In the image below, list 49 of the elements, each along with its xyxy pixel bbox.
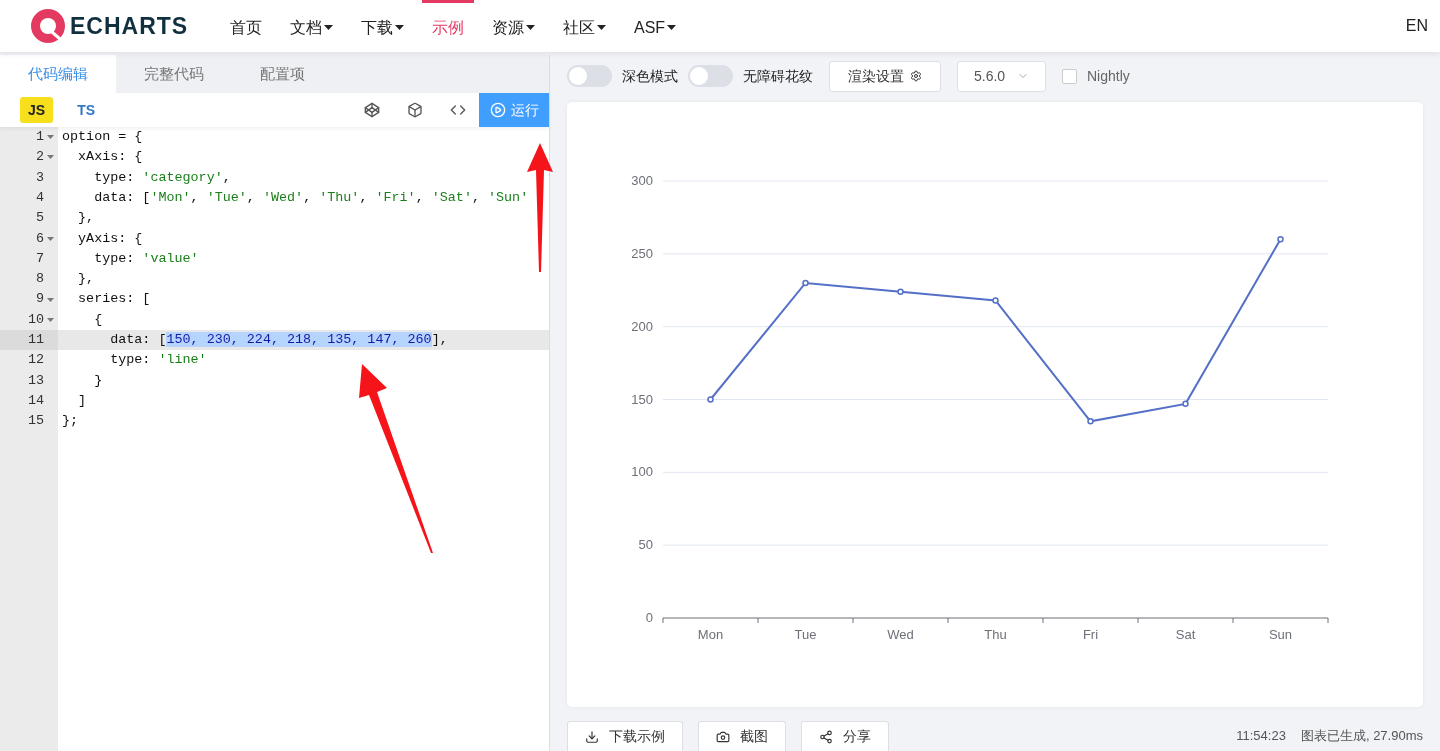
line-number: 3	[35, 168, 44, 187]
code-line: type: 'category',	[93, 168, 231, 187]
x-tick-label: Thu	[984, 627, 1007, 642]
y-tick-label: 50	[638, 537, 653, 553]
code-line: xAxis: {	[77, 148, 143, 167]
y-tick-label: 100	[631, 464, 653, 480]
y-tick-label: 0	[645, 610, 653, 625]
line-number: 9	[35, 290, 44, 309]
x-tick-label: Wed	[887, 627, 914, 642]
toggle-label: 深色模式	[622, 66, 678, 86]
status-message: 图表已生成, 27.90ms	[1300, 726, 1423, 745]
code-line: option = {	[61, 128, 143, 147]
line-number: 7	[35, 249, 44, 268]
line-number: 15	[27, 412, 44, 431]
y-tick-label: 200	[631, 318, 653, 334]
code-line: {	[93, 310, 103, 329]
line-number: 12	[27, 351, 44, 370]
code-line: type: 'value'	[93, 249, 199, 268]
code-line: yAxis: {	[77, 229, 143, 248]
line-number: 14	[27, 391, 44, 410]
code-line: }	[93, 371, 103, 390]
checkbox-label: Nightly	[1087, 66, 1130, 86]
toggle-label: 无障碍花纹	[743, 66, 813, 86]
line-number: 1	[35, 128, 44, 147]
code-line: },	[77, 209, 95, 228]
line-number: 2	[35, 148, 44, 167]
code-line: };	[61, 412, 79, 431]
code-line: type: 'line'	[109, 351, 207, 370]
x-tick-label: Sun	[1268, 627, 1293, 642]
status-time: 11:54:23	[1236, 726, 1286, 745]
y-tick-label: 250	[631, 245, 653, 261]
x-tick-label: Sat	[1175, 627, 1196, 642]
x-tick-label: Fri	[1082, 627, 1099, 642]
line-number: 13	[27, 371, 44, 390]
code-line: series: [	[77, 290, 151, 309]
logo-wordmark: ECHARTS	[70, 11, 189, 41]
x-tick-label: Mon	[697, 627, 724, 642]
line-number: 6	[35, 229, 44, 248]
line-number: 10	[27, 310, 44, 329]
code-line: ]	[77, 391, 87, 410]
y-tick-label: 300	[631, 173, 653, 188]
line-number: 8	[35, 270, 44, 289]
line-number: 4	[35, 189, 44, 207]
x-tick-label: Tue	[794, 627, 817, 642]
line-number: 5	[35, 209, 44, 228]
code-line: data: ['Mon', 'Tue', 'Wed', 'Thu', 'Fri', 'Sat', 'Sun'	[93, 189, 529, 207]
code-line: },	[77, 270, 95, 289]
y-tick-label: 150	[631, 391, 653, 407]
line-number: 11	[27, 331, 44, 350]
